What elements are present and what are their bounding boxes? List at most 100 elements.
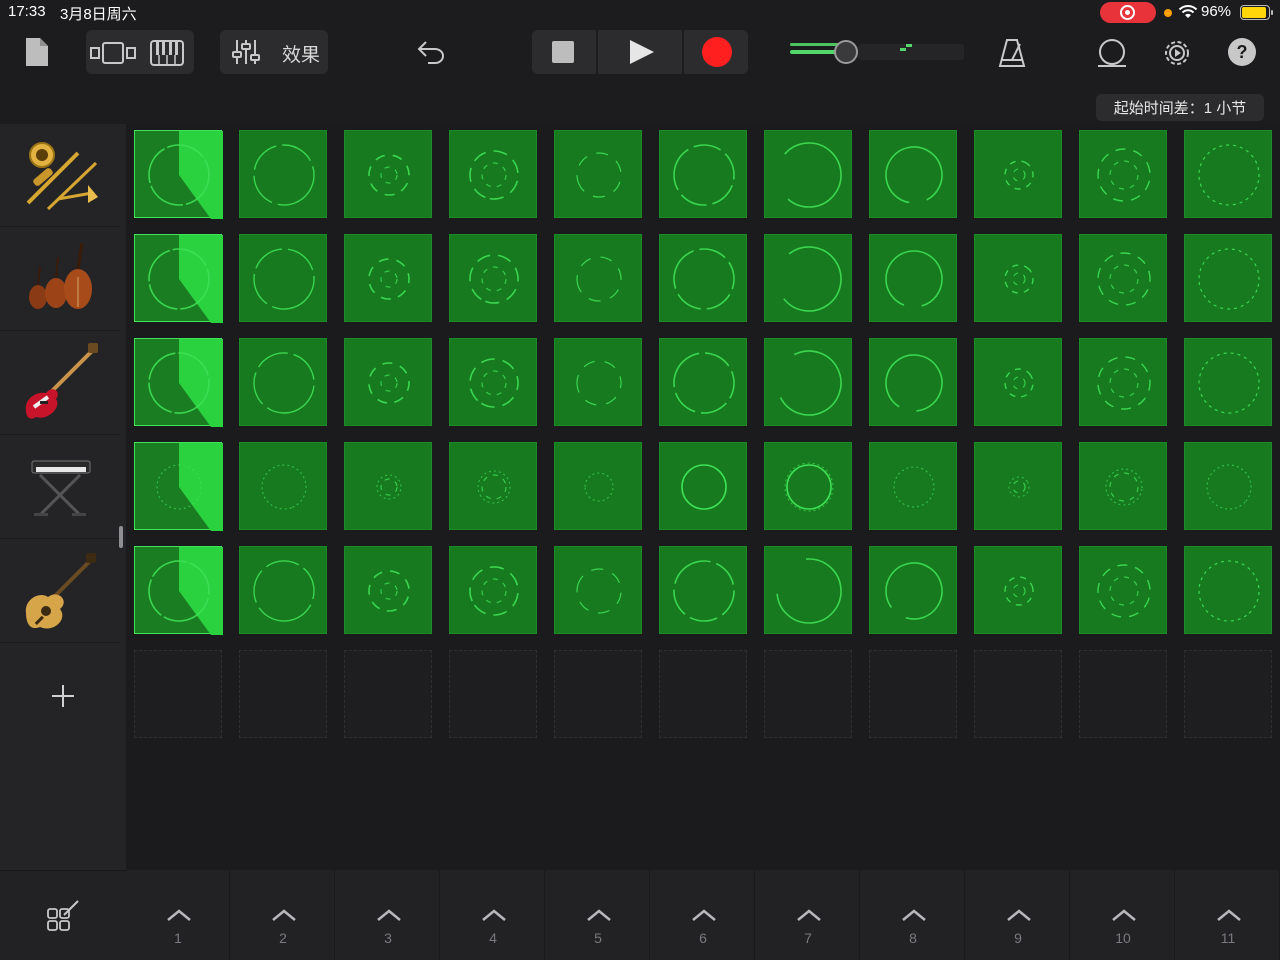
loop-cell[interactable] — [659, 338, 747, 426]
empty-cell[interactable] — [764, 650, 852, 738]
track-header-strings[interactable] — [0, 228, 120, 331]
scene-trigger-4[interactable]: 4 — [441, 870, 545, 960]
edit-cells-button[interactable] — [0, 870, 126, 960]
loop-cell[interactable] — [869, 130, 957, 218]
loop-cell[interactable] — [1184, 546, 1272, 634]
scene-trigger-7[interactable]: 7 — [756, 870, 860, 960]
loop-cell[interactable] — [659, 442, 747, 530]
loop-cell[interactable] — [554, 234, 642, 322]
volume-slider-knob[interactable] — [834, 40, 858, 64]
scene-trigger-8[interactable]: 8 — [861, 870, 965, 960]
loop-cell[interactable] — [344, 130, 432, 218]
loop-cell[interactable] — [554, 338, 642, 426]
loop-cell[interactable] — [449, 130, 537, 218]
loop-cell[interactable] — [239, 234, 327, 322]
loop-cell[interactable] — [1079, 338, 1167, 426]
loop-cell[interactable] — [659, 546, 747, 634]
loop-cell[interactable] — [869, 234, 957, 322]
loop-cell[interactable] — [239, 130, 327, 218]
screen-recording-icon[interactable] — [1100, 2, 1156, 23]
help-icon[interactable]: ? — [1228, 38, 1256, 66]
my-songs-icon[interactable] — [24, 36, 50, 68]
loop-cell[interactable] — [1184, 442, 1272, 530]
loop-cell[interactable] — [239, 338, 327, 426]
loop-cell[interactable] — [554, 442, 642, 530]
track-header-keyboard[interactable] — [0, 436, 120, 539]
loop-cell[interactable] — [1079, 130, 1167, 218]
track-header-brass[interactable] — [0, 124, 120, 227]
empty-cell[interactable] — [659, 650, 747, 738]
effects-button[interactable]: 效果 — [282, 40, 320, 67]
settings-gear-icon[interactable] — [1162, 38, 1192, 68]
loop-cell[interactable] — [1079, 442, 1167, 530]
loop-cell-playing[interactable] — [134, 338, 223, 427]
loop-cell[interactable] — [1079, 234, 1167, 322]
loop-cell[interactable] — [764, 442, 852, 530]
loop-cell[interactable] — [449, 338, 537, 426]
loop-cell[interactable] — [974, 338, 1062, 426]
loop-cell[interactable] — [344, 338, 432, 426]
loop-cell[interactable] — [974, 546, 1062, 634]
empty-cell[interactable] — [974, 650, 1062, 738]
keyboard-view-icon[interactable] — [150, 40, 184, 66]
loop-cell[interactable] — [764, 546, 852, 634]
loop-cell[interactable] — [554, 546, 642, 634]
record-button[interactable] — [702, 37, 732, 67]
loop-cell[interactable] — [974, 442, 1062, 530]
loop-cell[interactable] — [659, 234, 747, 322]
loop-cell[interactable] — [1079, 546, 1167, 634]
loop-cell[interactable] — [869, 546, 957, 634]
track-header-bass[interactable] — [0, 332, 120, 435]
metronome-icon[interactable] — [998, 38, 1026, 68]
loop-cell[interactable] — [449, 234, 537, 322]
scene-trigger-6[interactable]: 6 — [651, 870, 755, 960]
loop-cell[interactable] — [659, 130, 747, 218]
mixer-icon[interactable] — [232, 38, 260, 66]
loop-cell[interactable] — [239, 546, 327, 634]
empty-cell[interactable] — [554, 650, 642, 738]
track-header-acoustic-guitar[interactable] — [0, 540, 120, 643]
loop-cell[interactable] — [974, 234, 1062, 322]
loop-cell[interactable] — [764, 338, 852, 426]
loop-cell[interactable] — [869, 442, 957, 530]
scene-trigger-9[interactable]: 9 — [966, 870, 1070, 960]
loop-cell[interactable] — [974, 130, 1062, 218]
loop-cell[interactable] — [554, 130, 642, 218]
tracks-view-icon[interactable] — [90, 42, 136, 64]
loop-cell-playing[interactable] — [134, 442, 223, 531]
start-offset-button[interactable]: 起始时间差：1 小节 — [1096, 94, 1264, 121]
loop-cell[interactable] — [764, 234, 852, 322]
scene-trigger-2[interactable]: 2 — [231, 870, 335, 960]
scene-trigger-1[interactable]: 1 — [126, 870, 230, 960]
track-scroll-handle[interactable] — [119, 526, 123, 548]
loop-cell[interactable] — [344, 234, 432, 322]
loop-cell[interactable] — [1184, 234, 1272, 322]
scene-trigger-11[interactable]: 11 — [1176, 870, 1280, 960]
scene-trigger-5[interactable]: 5 — [546, 870, 650, 960]
add-track-button[interactable] — [0, 644, 126, 748]
scene-trigger-10[interactable]: 10 — [1071, 870, 1175, 960]
empty-cell[interactable] — [344, 650, 432, 738]
loop-cell[interactable] — [764, 130, 852, 218]
loop-cell[interactable] — [1184, 130, 1272, 218]
loop-browser-icon[interactable] — [1096, 38, 1128, 68]
loop-cell[interactable] — [1184, 338, 1272, 426]
play-button[interactable] — [630, 40, 654, 64]
stop-button[interactable] — [552, 41, 574, 63]
loop-cell-playing[interactable] — [134, 234, 223, 323]
loop-cell[interactable] — [449, 442, 537, 530]
loop-cell[interactable] — [869, 338, 957, 426]
empty-cell[interactable] — [1079, 650, 1167, 738]
loop-cell-playing[interactable] — [134, 130, 223, 219]
loop-cell[interactable] — [239, 442, 327, 530]
loop-cell[interactable] — [344, 442, 432, 530]
empty-cell[interactable] — [134, 650, 222, 738]
empty-cell[interactable] — [869, 650, 957, 738]
empty-cell[interactable] — [239, 650, 327, 738]
scene-trigger-3[interactable]: 3 — [336, 870, 440, 960]
empty-cell[interactable] — [1184, 650, 1272, 738]
loop-cell-playing[interactable] — [134, 546, 223, 635]
loop-cell[interactable] — [344, 546, 432, 634]
undo-icon[interactable] — [416, 40, 446, 64]
loop-cell[interactable] — [449, 546, 537, 634]
